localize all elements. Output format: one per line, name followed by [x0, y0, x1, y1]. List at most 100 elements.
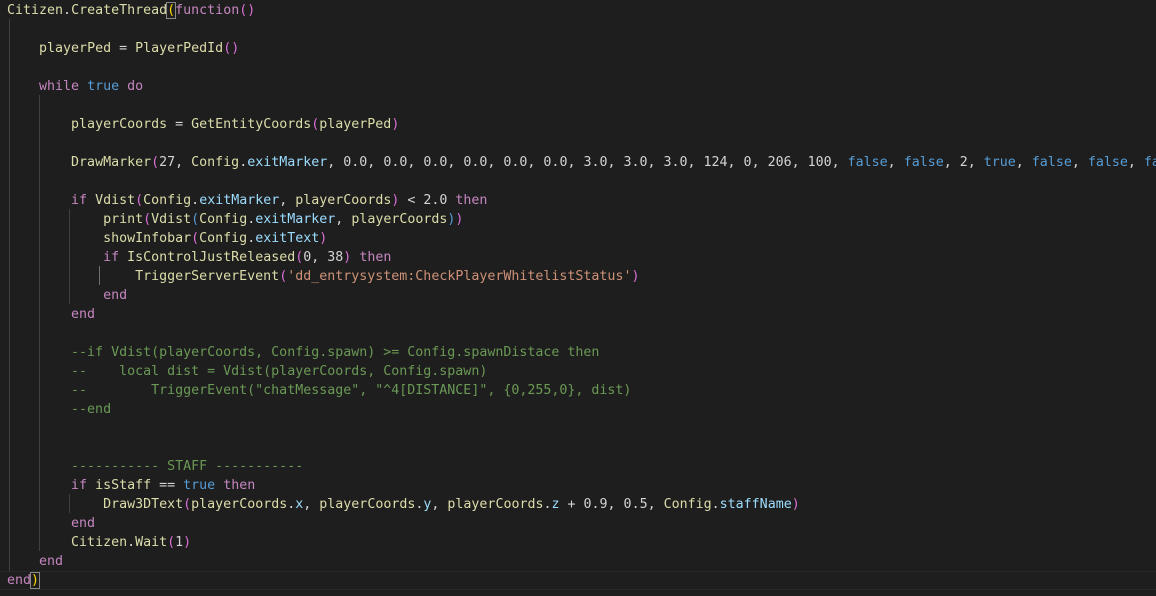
code-token: false — [847, 155, 888, 170]
code-token: , — [1071, 155, 1088, 170]
code-token: print — [103, 212, 144, 227]
code-token: do — [127, 79, 144, 94]
code-line[interactable]: end — [0, 552, 1156, 571]
code-line[interactable] — [0, 134, 1156, 153]
code-line[interactable]: if Vdist(Config.exitMarker, playerCoords… — [0, 191, 1156, 210]
code-token: end — [7, 573, 32, 588]
code-token: playerCoords — [351, 212, 448, 227]
code-token: false — [903, 155, 944, 170]
code-token: IsControlJustReleased — [127, 250, 296, 265]
code-token: then — [359, 250, 392, 265]
code-line[interactable]: -- TriggerEvent("chatMessage", "^4[DISTA… — [0, 381, 1156, 400]
code-token: Config — [191, 155, 240, 170]
code-line[interactable]: -- local dist = Vdist(playerCoords, Conf… — [0, 362, 1156, 381]
code-line[interactable]: end — [0, 305, 1156, 324]
code-token: . — [711, 497, 720, 512]
code-token: Vdist — [95, 193, 136, 208]
code-token: end — [103, 288, 128, 303]
code-line[interactable] — [0, 58, 1156, 77]
code-line[interactable]: DrawMarker(27, Config.exitMarker, 0.0, 0… — [0, 153, 1156, 172]
code-token: ( — [191, 212, 200, 227]
code-token: -- local dist = Vdist(playerCoords, Conf… — [7, 364, 488, 379]
code-token: Config — [199, 212, 248, 227]
code-token: PlayerPedId — [135, 41, 224, 56]
code-token: ( — [151, 155, 160, 170]
code-token: () — [223, 41, 240, 56]
code-token: staffName — [719, 497, 792, 512]
code-token: Vdist — [151, 212, 192, 227]
code-line[interactable]: playerCoords = GetEntityCoords(playerPed… — [0, 115, 1156, 134]
code-line[interactable]: --if Vdist(playerCoords, Config.spawn) >… — [0, 343, 1156, 362]
code-token: . — [127, 535, 136, 550]
code-line[interactable]: Citizen.CreateThread(function() — [0, 1, 1156, 20]
code-line[interactable]: --end — [0, 400, 1156, 419]
code-token: Wait — [135, 535, 168, 550]
code-line[interactable]: if IsControlJustReleased(0, 38) then — [0, 248, 1156, 267]
code-token: ) — [319, 231, 328, 246]
code-token: playerCoords — [319, 497, 416, 512]
code-token: = — [167, 117, 192, 132]
code-token: if — [71, 478, 88, 493]
code-token: --end — [7, 402, 112, 417]
code-line[interactable]: playerPed = PlayerPedId() — [0, 39, 1156, 58]
code-token: then — [455, 193, 488, 208]
code-token: () — [239, 3, 256, 18]
code-token: , — [1015, 155, 1032, 170]
code-token: ( — [135, 193, 144, 208]
code-token: == — [151, 478, 184, 493]
code-token: Citizen — [71, 535, 128, 550]
code-line[interactable]: TriggerServerEvent('dd_entrysystem:Check… — [0, 267, 1156, 286]
code-line[interactable]: Citizen.Wait(1) — [0, 533, 1156, 552]
code-line[interactable] — [0, 324, 1156, 343]
code-token: then — [223, 478, 256, 493]
code-token: ( — [191, 231, 200, 246]
code-token: , 0.0, 0.0, 0.0, 0.0, 0.0, 0.0, 3.0, 3.0… — [327, 155, 848, 170]
code-line[interactable]: end — [0, 514, 1156, 533]
code-line[interactable]: while true do — [0, 77, 1156, 96]
code-line[interactable] — [0, 172, 1156, 191]
code-token: exitMarker — [247, 155, 328, 170]
code-editor[interactable]: Citizen.CreateThread(function() playerPe… — [0, 0, 1156, 596]
code-token: , — [1127, 155, 1144, 170]
code-token: . — [63, 3, 72, 18]
code-token: z — [551, 497, 560, 512]
code-token: 27, — [159, 155, 192, 170]
code-token: playerCoords — [295, 193, 392, 208]
code-token: , — [335, 212, 352, 227]
code-line[interactable] — [0, 20, 1156, 39]
code-token: isStaff — [95, 478, 152, 493]
code-token: playerCoords — [71, 117, 168, 132]
code-token: exitMarker — [199, 193, 280, 208]
code-token: TriggerServerEvent — [135, 269, 280, 284]
code-line[interactable]: print(Vdist(Config.exitMarker, playerCoo… — [0, 210, 1156, 229]
code-token: ) — [183, 535, 192, 550]
code-line[interactable]: Draw3DText(playerCoords.x, playerCoords.… — [0, 495, 1156, 514]
code-token: playerCoords — [191, 497, 288, 512]
code-line[interactable]: showInfobar(Config.exitText) — [0, 229, 1156, 248]
code-token: Citizen — [7, 3, 64, 18]
code-token: if — [103, 250, 120, 265]
code-token: Config — [143, 193, 192, 208]
code-line[interactable] — [0, 419, 1156, 438]
code-token: true — [183, 478, 216, 493]
code-token: playerPed — [319, 117, 392, 132]
code-line[interactable]: ----------- STAFF ----------- — [0, 457, 1156, 476]
code-line[interactable] — [0, 96, 1156, 115]
code-token: = — [111, 41, 136, 56]
code-line[interactable]: if isStaff == true then — [0, 476, 1156, 495]
code-line[interactable] — [0, 438, 1156, 457]
code-line[interactable]: end) — [0, 571, 1156, 590]
code-token: playerCoords — [447, 497, 544, 512]
code-line[interactable]: end — [0, 286, 1156, 305]
